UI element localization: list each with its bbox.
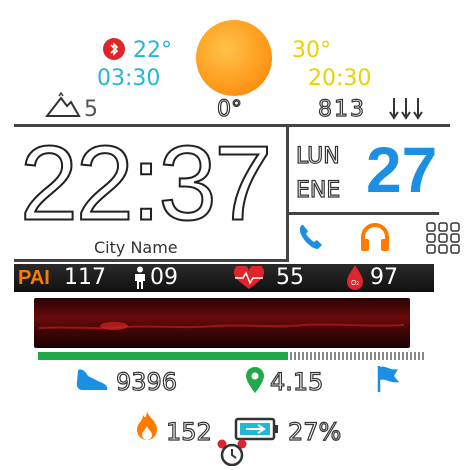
angle-value: 0° — [216, 97, 242, 122]
location-pin-icon — [244, 366, 266, 394]
main-time: 22:37 — [19, 124, 273, 244]
alarm-icon[interactable] — [216, 438, 248, 467]
phone-icon[interactable] — [296, 222, 326, 252]
sunrise-time: 03:30 — [97, 66, 161, 91]
pressure-arrows-icon — [388, 96, 424, 122]
progress-fill — [38, 352, 288, 360]
current-temp: 22° — [133, 38, 172, 63]
heart-rate-graph — [34, 298, 410, 348]
date-box-divider — [289, 212, 439, 215]
day-of-week: LUN — [295, 144, 340, 169]
month: ENE — [295, 178, 341, 203]
sun-icon — [196, 20, 272, 96]
sunset-time: 20:30 — [308, 66, 372, 91]
pressure-value: 813 — [317, 97, 366, 122]
blood-drop-icon: O₂ — [344, 264, 366, 292]
heart-rate-value: 55 — [276, 265, 304, 290]
stand-value: 09 — [150, 265, 178, 290]
shoe-icon — [74, 366, 110, 394]
pai-value: 117 — [64, 265, 106, 290]
battery-percent: 27% — [287, 418, 342, 446]
bluetooth-icon[interactable] — [103, 38, 125, 60]
spo2-value: 97 — [370, 265, 398, 290]
headphones-icon[interactable] — [358, 220, 392, 254]
altitude-value: 5 — [84, 97, 98, 122]
heart-icon — [232, 264, 266, 290]
day-number: 27 — [366, 134, 438, 206]
person-icon — [132, 266, 148, 290]
svg-text:O₂: O₂ — [351, 279, 360, 287]
city-name: City Name — [94, 238, 178, 257]
apps-grid-icon[interactable] — [426, 222, 460, 254]
pai-label: PAI — [18, 267, 50, 289]
flag-icon — [374, 364, 402, 394]
calories-value: 152 — [165, 418, 212, 446]
distance-value: 4.15 — [269, 368, 324, 396]
steps-value: 9396 — [115, 368, 178, 396]
flame-icon — [134, 410, 160, 442]
mountain-icon — [44, 91, 81, 118]
high-temp: 30° — [292, 38, 331, 63]
